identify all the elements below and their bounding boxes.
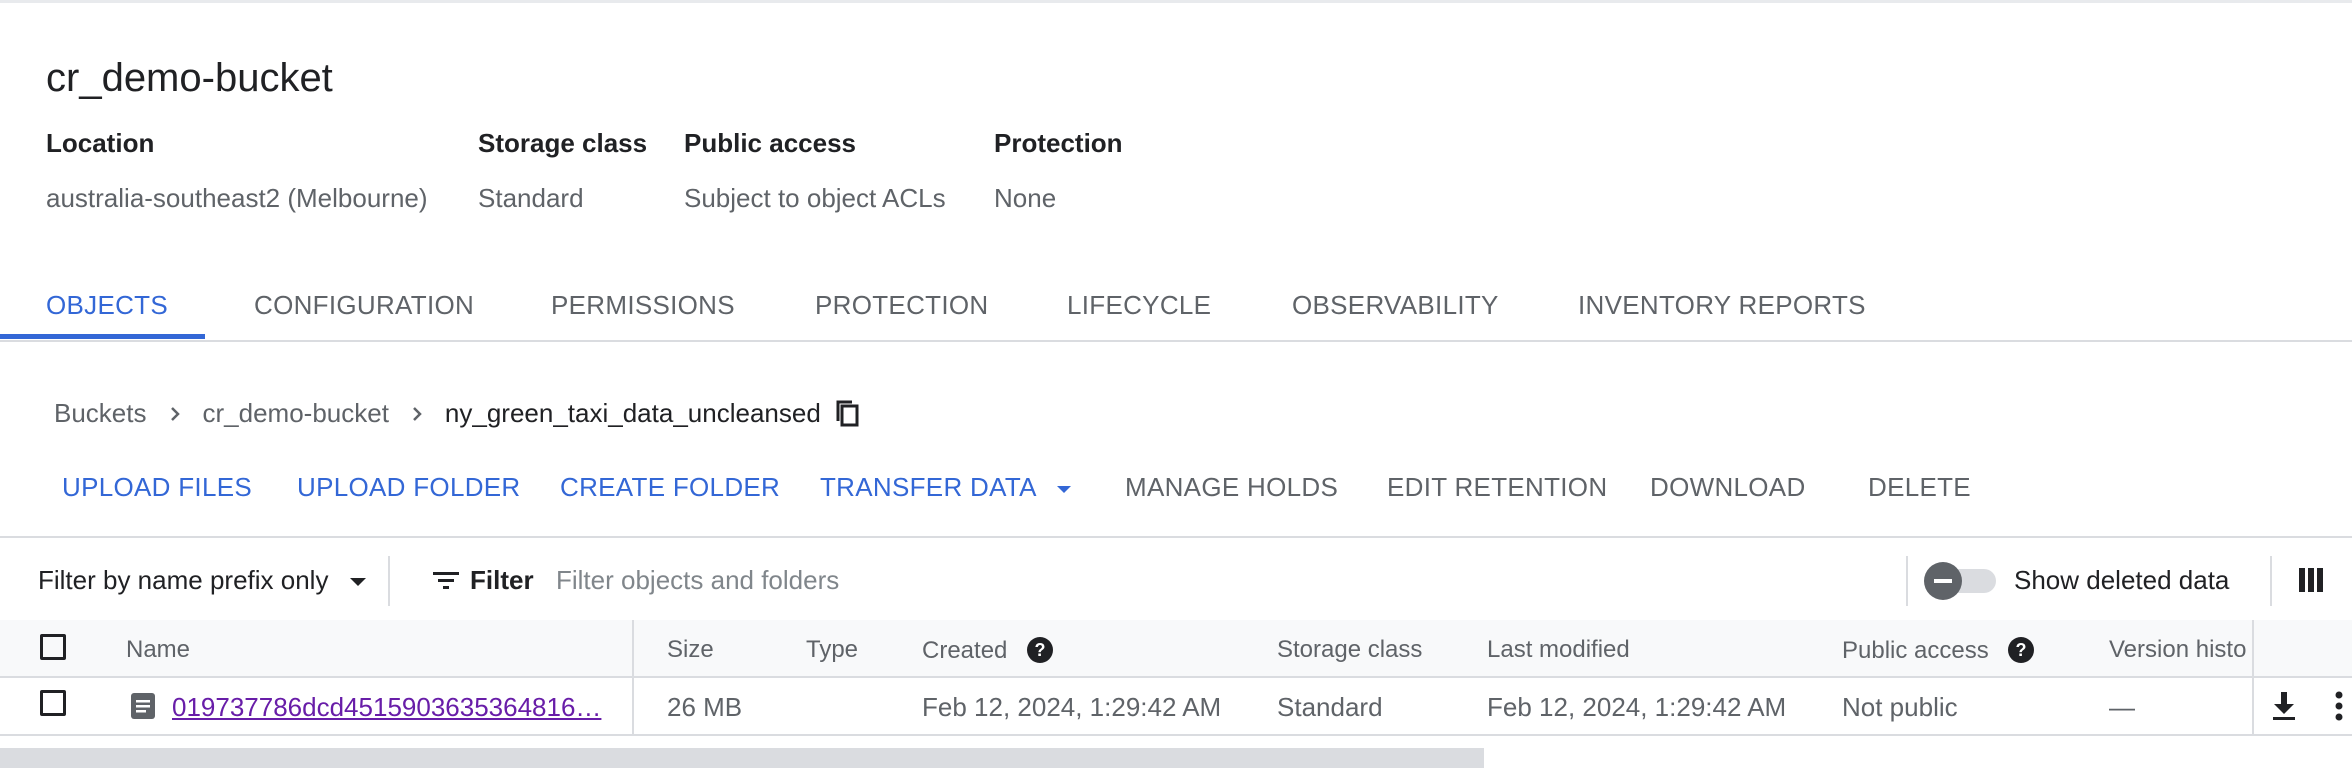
- filter-label: Filter: [470, 565, 534, 595]
- meta-value: australia-southeast2 (Melbourne): [46, 183, 428, 213]
- select-all-checkbox[interactable]: [40, 634, 66, 660]
- object-size: 26 MB: [667, 692, 743, 722]
- meta-storage-class: Storage class Standard: [478, 128, 647, 214]
- divider: [388, 556, 390, 606]
- breadcrumb: Buckets cr_demo-bucket ny_green_taxi_dat…: [54, 398, 861, 429]
- svg-text:?: ?: [1035, 640, 1046, 660]
- breadcrumb-current-folder: ny_green_taxi_data_uncleansed: [444, 398, 821, 428]
- meta-protection: Protection None: [994, 128, 1123, 214]
- table-row[interactable]: 019737786dcd4515903635364816… 26 MB Feb …: [0, 678, 2352, 736]
- tab-objects[interactable]: OBJECTS: [46, 290, 168, 321]
- tab-permissions[interactable]: PERMISSIONS: [551, 290, 735, 321]
- column-divider: [2252, 620, 2254, 676]
- copy-icon[interactable]: [835, 399, 861, 429]
- meta-value: Subject to object ACLs: [684, 183, 946, 213]
- show-deleted-label: Show deleted data: [2014, 565, 2230, 595]
- show-deleted-toggle[interactable]: [1924, 562, 1998, 600]
- meta-label: Storage class: [478, 128, 648, 158]
- column-type[interactable]: Type: [806, 636, 858, 664]
- file-icon: [131, 693, 155, 719]
- upload-folder-button[interactable]: UPLOAD FOLDER: [297, 472, 521, 503]
- meta-value: None: [994, 183, 1057, 213]
- caret-down-icon: [1056, 486, 1071, 494]
- row-checkbox[interactable]: [40, 690, 66, 716]
- caret-down-icon: [349, 578, 366, 587]
- column-created[interactable]: Created ?: [922, 636, 1054, 665]
- column-public-access-label: Public access: [1842, 637, 1989, 664]
- object-storage-class: Standard: [1277, 692, 1383, 722]
- delete-button[interactable]: DELETE: [1868, 472, 1971, 503]
- top-border: [0, 0, 2352, 3]
- more-vert-icon[interactable]: [2334, 690, 2344, 722]
- column-divider: [632, 620, 634, 676]
- active-tab-indicator: [0, 334, 205, 339]
- breadcrumb-buckets[interactable]: Buckets: [54, 398, 147, 429]
- tab-lifecycle[interactable]: LIFECYCLE: [1067, 290, 1211, 321]
- edit-retention-button[interactable]: EDIT RETENTION: [1387, 472, 1607, 503]
- object-name-link[interactable]: 019737786dcd4515903635364816…: [172, 692, 601, 723]
- svg-text:?: ?: [2016, 640, 2027, 660]
- tab-inventory-reports[interactable]: INVENTORY REPORTS: [1578, 290, 1866, 321]
- object-version-history: —: [2109, 692, 2135, 722]
- column-storage-class[interactable]: Storage class: [1277, 636, 1422, 664]
- bucket-title: cr_demo-bucket: [46, 56, 333, 100]
- manage-holds-button[interactable]: MANAGE HOLDS: [1125, 472, 1338, 503]
- filter-mode-label: Filter by name prefix only: [38, 565, 329, 595]
- tab-observability[interactable]: OBSERVABILITY: [1292, 290, 1499, 321]
- breadcrumb-bucket[interactable]: cr_demo-bucket: [203, 398, 389, 429]
- filter-button[interactable]: Filter: [432, 565, 534, 596]
- tab-protection[interactable]: PROTECTION: [815, 290, 988, 321]
- upload-files-button[interactable]: UPLOAD FILES: [62, 472, 252, 503]
- chevron-right-icon: [170, 406, 180, 421]
- meta-label: Public access: [684, 128, 856, 158]
- divider: [1906, 556, 1908, 606]
- tab-configuration[interactable]: CONFIGURATION: [254, 290, 474, 321]
- column-divider: [632, 678, 634, 734]
- download-button[interactable]: DOWNLOAD: [1650, 472, 1806, 503]
- object-last-modified: Feb 12, 2024, 1:29:42 AM: [1487, 692, 1787, 722]
- filter-mode-select[interactable]: Filter by name prefix only: [38, 565, 368, 596]
- create-folder-button[interactable]: CREATE FOLDER: [560, 472, 780, 503]
- meta-value: Standard: [478, 183, 584, 213]
- toggle-knob: [1924, 562, 1962, 600]
- column-created-label: Created: [922, 637, 1008, 664]
- object-created: Feb 12, 2024, 1:29:42 AM: [922, 692, 1222, 722]
- column-name[interactable]: Name: [126, 636, 190, 664]
- column-last-modified[interactable]: Last modified: [1487, 636, 1630, 664]
- filter-input[interactable]: Filter objects and folders: [556, 565, 839, 596]
- meta-label: Location: [46, 128, 155, 158]
- minus-icon: [1934, 579, 1952, 583]
- transfer-data-label: TRANSFER DATA: [820, 472, 1036, 502]
- filter-icon: [433, 572, 459, 589]
- filter-bar: Filter by name prefix only Filter Filter…: [0, 536, 2352, 624]
- meta-public-access: Public access Subject to object ACLs: [684, 128, 946, 214]
- meta-label: Protection: [994, 128, 1123, 158]
- transfer-data-button[interactable]: TRANSFER DATA: [820, 472, 1073, 503]
- column-version-history[interactable]: Version histo: [2109, 636, 2249, 664]
- column-display-icon[interactable]: [2298, 566, 2324, 594]
- table-header: Name Size Type Created ? Storage class L…: [0, 620, 2352, 678]
- column-size[interactable]: Size: [667, 636, 714, 664]
- tab-bar: OBJECTS CONFIGURATION PERMISSIONS PROTEC…: [0, 278, 2352, 342]
- column-divider: [2252, 678, 2254, 734]
- horizontal-scrollbar[interactable]: [0, 748, 1484, 768]
- divider: [2270, 556, 2272, 606]
- meta-location: Location australia-southeast2 (Melbourne…: [46, 128, 428, 214]
- download-icon[interactable]: [2270, 690, 2298, 722]
- column-public-access[interactable]: Public access ?: [1842, 636, 2035, 665]
- help-icon[interactable]: ?: [2007, 636, 2035, 664]
- chevron-right-icon: [413, 406, 422, 421]
- help-icon[interactable]: ?: [1026, 636, 1054, 664]
- object-public-access: Not public: [1842, 692, 1958, 722]
